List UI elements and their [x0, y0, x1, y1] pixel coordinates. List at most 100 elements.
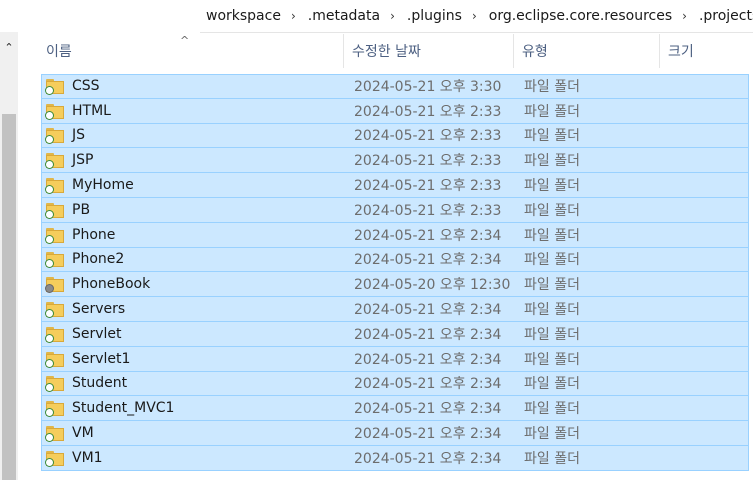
chevron-right-icon[interactable]: › [676, 9, 693, 23]
file-name: PhoneBook [72, 276, 151, 293]
file-row[interactable]: Servlet 2024-05-21 오후 2:34 파일 폴더 [41, 321, 749, 347]
breadcrumb-item-resources[interactable]: org.eclipse.core.resources [483, 8, 676, 24]
sync-status-icon [45, 185, 54, 195]
file-date: 2024-05-21 오후 2:34 [354, 401, 502, 418]
file-row[interactable]: HTML 2024-05-21 오후 2:33 파일 폴더 [41, 98, 749, 124]
file-row[interactable]: JS 2024-05-21 오후 2:33 파일 폴더 [41, 123, 749, 149]
file-name-cell: CSS [42, 77, 347, 96]
chevron-right-icon[interactable]: › [466, 9, 483, 23]
file-date: 2024-05-21 오후 2:34 [354, 326, 502, 343]
file-type: 파일 폴더 [524, 277, 580, 294]
file-type: 파일 폴더 [524, 450, 580, 467]
column-header-date[interactable]: 수정한 날짜 [344, 34, 514, 68]
file-name-cell: JSP [42, 151, 347, 170]
folder-icon [45, 126, 66, 145]
file-date: 2024-05-21 오후 2:34 [354, 252, 502, 269]
file-row[interactable]: PhoneBook 2024-05-20 오후 12:30 파일 폴더 [41, 272, 749, 298]
file-date: 2024-05-21 오후 2:33 [354, 202, 502, 219]
folder-icon [45, 325, 66, 343]
file-type: 파일 폴더 [524, 178, 580, 195]
file-row[interactable]: JSP 2024-05-21 오후 2:33 파일 폴더 [41, 148, 749, 174]
column-header-date-label: 수정한 날짜 [352, 44, 421, 60]
file-row[interactable]: VM 2024-05-21 오후 2:34 파일 폴더 [41, 421, 749, 446]
breadcrumb-item-metadata[interactable]: .metadata [302, 8, 384, 24]
sync-status-icon [45, 234, 54, 244]
folder-icon [45, 201, 66, 219]
file-name-cell: PhoneBook [42, 275, 347, 294]
folder-icon [45, 275, 66, 294]
column-header-size[interactable]: 크기 [660, 34, 753, 68]
file-type: 파일 폴더 [524, 426, 580, 443]
file-name: Servlet1 [72, 350, 131, 367]
sync-status-icon [45, 209, 54, 219]
file-row[interactable]: Phone2 2024-05-21 오후 2:34 파일 폴더 [41, 247, 749, 273]
scrollbar-thumb[interactable] [2, 114, 16, 480]
file-row[interactable]: Servers 2024-05-21 오후 2:34 파일 폴더 [41, 297, 749, 322]
file-date: 2024-05-21 오후 2:33 [354, 178, 502, 195]
column-header-type[interactable]: 유형 [514, 34, 660, 68]
file-type: 파일 폴더 [524, 153, 580, 170]
file-date: 2024-05-21 오후 2:33 [354, 128, 502, 145]
breadcrumb-item-workspace[interactable]: workspace [200, 8, 285, 24]
file-date: 2024-05-21 오후 3:30 [354, 79, 502, 96]
file-name-cell: VM [42, 424, 347, 443]
folder-icon [45, 300, 66, 319]
file-date: 2024-05-21 오후 2:34 [354, 351, 502, 368]
file-name-cell: HTML [42, 102, 347, 120]
file-row[interactable]: PB 2024-05-21 오후 2:33 파일 폴더 [41, 197, 749, 223]
file-name-cell: Phone2 [42, 250, 347, 269]
file-name: Servers [72, 301, 126, 318]
column-header-name-label: 이름 [46, 44, 72, 60]
file-row[interactable]: MyHome 2024-05-21 오후 2:33 파일 폴더 [41, 173, 749, 198]
breadcrumb-item-projects[interactable]: .projects [693, 8, 753, 24]
file-name-cell: PB [42, 201, 347, 219]
file-type: 파일 폴더 [524, 252, 580, 269]
file-date: 2024-05-21 오후 2:34 [354, 376, 502, 393]
chevron-right-icon[interactable]: › [384, 9, 401, 23]
folder-icon [45, 374, 66, 393]
chevron-right-icon[interactable]: › [285, 9, 302, 23]
column-header-name[interactable]: 이름 ^ [38, 34, 344, 68]
file-row[interactable]: VM1 2024-05-21 오후 2:34 파일 폴더 [41, 445, 749, 471]
file-name: VM1 [72, 449, 103, 466]
sort-ascending-icon: ^ [180, 34, 190, 47]
file-name: VM [72, 425, 94, 442]
file-row[interactable]: Servlet1 2024-05-21 오후 2:34 파일 폴더 [41, 346, 749, 372]
file-date: 2024-05-21 오후 2:33 [354, 103, 502, 120]
file-row[interactable]: CSS 2024-05-21 오후 3:30 파일 폴더 [41, 74, 749, 99]
vertical-scrollbar[interactable]: ⌃ [0, 32, 18, 480]
file-name: Phone [72, 226, 116, 243]
file-name-cell: Student_MVC1 [42, 399, 347, 418]
folder-icon [45, 449, 66, 467]
file-row[interactable]: Phone 2024-05-21 오후 2:34 파일 폴더 [41, 222, 749, 248]
file-type: 파일 폴더 [524, 326, 580, 343]
file-name: Phone2 [72, 251, 125, 268]
folder-icon [45, 350, 66, 368]
file-type: 파일 폴더 [524, 79, 580, 96]
file-row[interactable]: Student_MVC1 2024-05-21 오후 2:34 파일 폴더 [41, 396, 749, 422]
file-type: 파일 폴더 [524, 351, 580, 368]
file-date: 2024-05-21 오후 2:34 [354, 227, 502, 244]
file-type: 파일 폴더 [524, 401, 580, 418]
file-row[interactable]: Student 2024-05-21 오후 2:34 파일 폴더 [41, 371, 749, 397]
file-name-cell: MyHome [42, 176, 347, 195]
scroll-up-icon[interactable]: ⌃ [0, 32, 18, 62]
file-type: 파일 폴더 [524, 302, 580, 319]
folder-icon [45, 176, 66, 195]
file-type: 파일 폴더 [524, 227, 580, 244]
sync-status-icon [45, 358, 54, 368]
file-name-cell: JS [42, 126, 347, 145]
breadcrumb-item-plugins[interactable]: .plugins [401, 8, 466, 24]
column-header-size-label: 크기 [668, 44, 694, 60]
folder-icon [45, 151, 66, 170]
folder-icon [45, 77, 66, 96]
file-date: 2024-05-21 오후 2:34 [354, 426, 502, 443]
file-type: 파일 폴더 [524, 202, 580, 219]
file-name: PB [72, 201, 91, 218]
sync-status-icon [45, 333, 54, 343]
sync-status-icon [45, 110, 54, 120]
file-type: 파일 폴더 [524, 128, 580, 145]
file-name: Servlet [72, 325, 122, 342]
file-list: CSS 2024-05-21 오후 3:30 파일 폴더 HTML 2024-05-21… [41, 74, 749, 471]
folder-icon [45, 226, 66, 244]
